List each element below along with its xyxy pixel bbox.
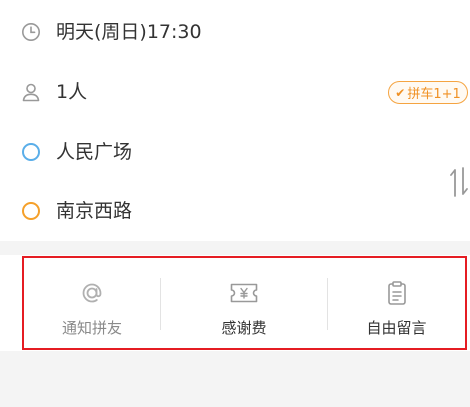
clipboard-icon [386,279,408,307]
at-icon [79,279,105,307]
ticket-yen-icon [229,279,259,307]
departure-time: 明天(周日)17:30 [56,21,202,43]
free-message-button[interactable]: 自由留言 [328,255,465,351]
thank-fee-label: 感谢费 [221,319,267,337]
trip-info-card: 明天(周日)17:30 1人 ✔ 拼车1+1 人民广场 南京西路 [0,0,470,241]
free-message-label: 自由留言 [366,319,427,337]
person-icon [20,81,42,103]
passenger-count: 1人 [56,81,88,103]
time-row[interactable]: 明天(周日)17:30 [0,12,470,52]
end-location-row[interactable]: 南京西路 [0,191,470,231]
carpool-badge[interactable]: ✔ 拼车1+1 [388,81,468,104]
start-dot-icon [20,141,42,163]
swap-locations-icon[interactable] [449,166,469,198]
start-location: 人民广场 [56,141,133,163]
clock-icon [20,21,42,43]
thank-fee-button[interactable]: 感谢费 [161,255,327,351]
notify-carpool-button[interactable]: 通知拼友 [23,255,161,351]
carpool-badge-label: 拼车1+1 [407,87,461,102]
start-location-row[interactable]: 人民广场 [0,132,470,172]
check-icon: ✔ [395,85,406,100]
end-location: 南京西路 [56,200,133,222]
end-dot-icon [20,200,42,222]
notify-carpool-label: 通知拼友 [61,319,122,337]
